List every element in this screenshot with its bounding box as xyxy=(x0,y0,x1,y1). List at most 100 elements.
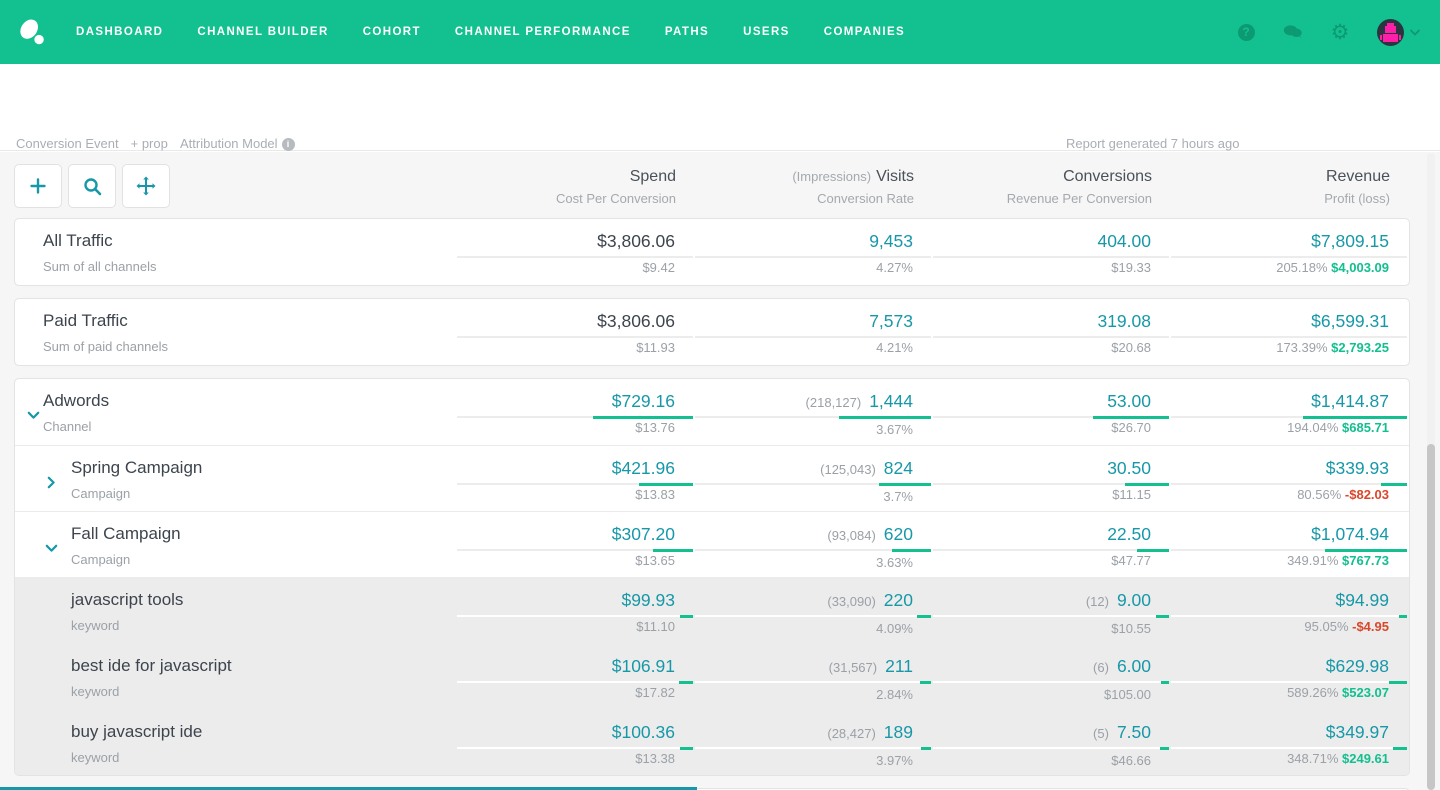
nav-item-dashboard[interactable]: DASHBOARD xyxy=(76,26,163,38)
conversions-value[interactable]: 404.00 xyxy=(1097,231,1151,251)
revenue-value[interactable]: $6,599.31 xyxy=(1311,311,1389,331)
revenue-value[interactable]: $1,074.94 xyxy=(1311,524,1389,544)
search-button[interactable] xyxy=(68,164,116,208)
share-bar xyxy=(1325,549,1407,552)
profit-value: $523.07 xyxy=(1342,685,1389,700)
visits-value[interactable]: 211 xyxy=(885,656,913,676)
share-bar xyxy=(917,615,931,618)
nav-item-companies[interactable]: COMPANIES xyxy=(824,26,905,38)
conversions-value[interactable]: 30.50 xyxy=(1107,458,1151,478)
row-card: All TrafficSum of all channels$3,806.06$… xyxy=(14,218,1410,286)
conversions-value[interactable]: 22.50 xyxy=(1107,524,1151,544)
visits-value[interactable]: 824 xyxy=(884,458,913,478)
value-underline-track xyxy=(457,336,693,338)
revenue-value[interactable]: $629.98 xyxy=(1326,656,1389,676)
table-row-buy-javascript-ide[interactable]: buy javascript idekeyword$100.36$13.38(2… xyxy=(15,709,1409,775)
account-menu[interactable] xyxy=(1377,19,1420,46)
table-row-best-ide-for-javascript[interactable]: best ide for javascriptkeyword$106.91$17… xyxy=(15,643,1409,709)
conversions-value[interactable]: 319.08 xyxy=(1097,311,1151,331)
column-header-visits[interactable]: (Impressions)VisitsConversion Rate xyxy=(696,161,934,206)
conversions-subvalue: $105.00 xyxy=(933,687,1171,702)
add-prop-link[interactable]: + prop xyxy=(131,136,168,151)
table-toolbar xyxy=(14,161,458,208)
visits-value[interactable]: 620 xyxy=(884,524,913,544)
move-icon xyxy=(136,176,156,196)
spend-value[interactable]: $421.96 xyxy=(612,458,675,478)
value-underline-track xyxy=(1171,747,1407,749)
spend-value: $3,806.06 xyxy=(597,311,675,331)
conversions-value[interactable]: 7.50 xyxy=(1117,722,1151,742)
table-row-paid-traffic[interactable]: Paid TrafficSum of paid channels $3,806.0… xyxy=(15,299,1409,365)
nav-item-channel-builder[interactable]: CHANNEL BUILDER xyxy=(197,26,328,38)
revenue-value[interactable]: $1,414.87 xyxy=(1311,391,1389,411)
share-bar xyxy=(1160,747,1169,750)
row-title: buy javascript ide xyxy=(71,722,457,742)
share-bar xyxy=(1093,416,1169,419)
spend-value[interactable]: $307.20 xyxy=(612,524,675,544)
value-underline-track xyxy=(1171,336,1407,338)
move-button[interactable] xyxy=(122,164,170,208)
conversions-subvalue: $19.33 xyxy=(933,260,1171,275)
table-row-spring-campaign[interactable]: Spring CampaignCampaign$421.96$13.83(125… xyxy=(15,445,1409,511)
visits-value[interactable]: 189 xyxy=(884,722,913,742)
value-underline-track xyxy=(1171,256,1407,258)
column-header-revenue[interactable]: RevenueProfit (loss) xyxy=(1172,161,1410,206)
share-bar xyxy=(593,416,693,419)
conversions-subvalue: $20.68 xyxy=(933,340,1171,355)
chevron-right-icon[interactable] xyxy=(45,474,58,492)
gear-icon[interactable]: ⚙ xyxy=(1330,22,1350,42)
table-row-javascript-tools[interactable]: javascript toolskeyword$99.93$11.10(33,0… xyxy=(15,577,1409,643)
row-name-cell: Spring CampaignCampaign xyxy=(15,446,457,511)
revenue-value[interactable]: $94.99 xyxy=(1335,590,1389,610)
visits-value[interactable]: 1,444 xyxy=(869,391,913,411)
column-header-spend[interactable]: SpendCost Per Conversion xyxy=(458,161,696,206)
avatar xyxy=(1377,19,1404,46)
conversions-subvalue: $46.66 xyxy=(933,753,1171,768)
visits-value[interactable]: 9,453 xyxy=(869,231,913,251)
nav-item-channel-performance[interactable]: CHANNEL PERFORMANCE xyxy=(455,26,631,38)
add-channel-button[interactable] xyxy=(14,164,62,208)
chevron-down-icon[interactable] xyxy=(45,540,58,558)
chat-icon[interactable] xyxy=(1283,22,1303,42)
nav-item-cohort[interactable]: COHORT xyxy=(363,26,421,38)
value-underline-track xyxy=(457,615,693,617)
spend-value[interactable]: $99.93 xyxy=(621,590,675,610)
conversions-value[interactable]: 53.00 xyxy=(1107,391,1151,411)
revenue-subvalue: 348.71% $249.61 xyxy=(1171,751,1409,766)
visits-subvalue: 3.97% xyxy=(695,753,933,768)
percent-value: 205.18% xyxy=(1276,260,1331,275)
nav-item-paths[interactable]: PATHS xyxy=(665,26,709,38)
chevron-down-icon[interactable] xyxy=(27,407,40,425)
cell-conversions: 22.50$47.77 xyxy=(933,512,1171,577)
revenue-value[interactable]: $349.97 xyxy=(1326,722,1389,742)
table-row-fall-campaign[interactable]: Fall CampaignCampaign$307.20$13.65(93,08… xyxy=(15,511,1409,577)
vertical-scrollbar-thumb[interactable] xyxy=(1427,444,1435,790)
spend-value[interactable]: $106.91 xyxy=(612,656,675,676)
conversions-value[interactable]: 6.00 xyxy=(1117,656,1151,676)
table-row-adwords[interactable]: AdwordsChannel$729.16$13.76(218,127)1,44… xyxy=(15,379,1409,445)
visits-value[interactable]: 220 xyxy=(884,590,913,610)
revenue-value[interactable]: $339.93 xyxy=(1326,458,1389,478)
row-subtitle: keyword xyxy=(71,750,457,765)
info-icon[interactable]: i xyxy=(282,138,295,151)
impressions-value: (31,567) xyxy=(829,658,877,678)
nav-item-users[interactable]: USERS xyxy=(743,26,790,38)
spend-value[interactable]: $729.16 xyxy=(612,391,675,411)
revenue-subvalue: 194.04% $685.71 xyxy=(1171,420,1409,435)
profit-value: $249.61 xyxy=(1342,751,1389,766)
help-icon[interactable]: ? xyxy=(1236,22,1256,42)
value-underline-track xyxy=(933,256,1169,258)
table-row-all-traffic[interactable]: All TrafficSum of all channels$3,806.06$… xyxy=(15,219,1409,285)
revenue-value[interactable]: $7,809.15 xyxy=(1311,231,1389,251)
column-header-conversions[interactable]: ConversionsRevenue Per Conversion xyxy=(934,161,1172,206)
filter-bar: Conversion Event+ prop Attribution Model… xyxy=(0,64,1440,151)
visits-value[interactable]: 7,573 xyxy=(869,311,913,331)
visits-subvalue: 3.63% xyxy=(695,555,933,570)
app-logo-icon[interactable] xyxy=(16,16,48,48)
spend-value[interactable]: $100.36 xyxy=(612,722,675,742)
cell-revenue: $339.9380.56% -$82.03 xyxy=(1171,446,1409,511)
row-name-cell: Paid TrafficSum of paid channels xyxy=(15,299,457,365)
cards: All TrafficSum of all channels$3,806.06$… xyxy=(14,218,1410,790)
value-underline-track xyxy=(695,256,931,258)
conversions-value[interactable]: 9.00 xyxy=(1117,590,1151,610)
